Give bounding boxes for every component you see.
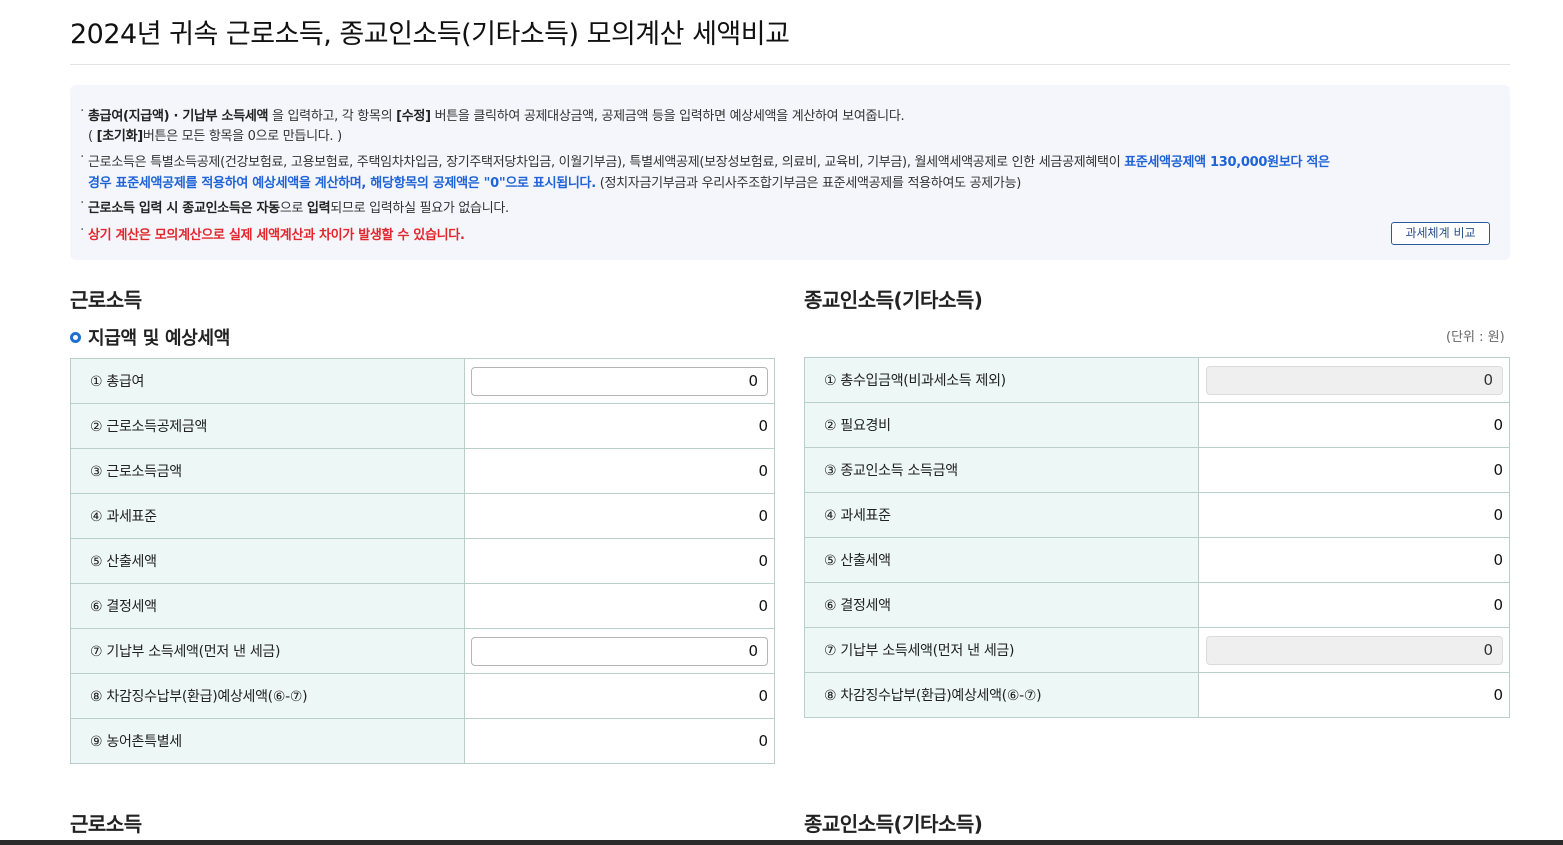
- table-row: ⑧ 차감징수납부(환급)예상세액(⑥-⑦) 0: [70, 674, 775, 719]
- row-value: 0: [1493, 551, 1503, 569]
- title-divider: [70, 64, 1510, 65]
- row-label: ⑦ 기납부 소득세액(먼저 낸 세금): [804, 628, 1199, 672]
- row-value: 0: [758, 552, 768, 570]
- table-row: ⑤ 산출세액 0: [804, 538, 1510, 583]
- table-row: ① 총급여: [70, 359, 775, 404]
- row-value: 0: [758, 507, 768, 525]
- row-label: ② 근로소득공제금액: [70, 404, 465, 448]
- row-label: ⑧ 차감징수납부(환급)예상세액(⑥-⑦): [70, 674, 465, 718]
- section-title-earned-income-bottom: 근로소득: [70, 812, 142, 836]
- row-value: 0: [758, 462, 768, 480]
- row-value: 0: [758, 597, 768, 615]
- table-row: ① 총수입금액(비과세소득 제외): [804, 358, 1510, 403]
- table-row: ⑦ 기납부 소득세액(먼저 낸 세금): [70, 629, 775, 674]
- row-label: ② 필요경비: [804, 403, 1199, 447]
- row-label: ⑥ 결정세액: [70, 584, 465, 628]
- row-value: 0: [1493, 461, 1503, 479]
- row-value: 0: [758, 687, 768, 705]
- prepaid-tax-input[interactable]: [471, 636, 768, 666]
- row-label: ⑥ 결정세액: [804, 583, 1199, 627]
- notice-line-1: 총급여(지급액) · 기납부 소득세액 을 입력하고, 각 항목의 [수정] 버…: [80, 103, 905, 124]
- circle-bullet-icon: [70, 332, 81, 343]
- table-row: ② 필요경비 0: [804, 403, 1510, 448]
- row-label: ⑧ 차감징수납부(환급)예상세액(⑥-⑦): [804, 673, 1199, 717]
- table-row: ⑤ 산출세액 0: [70, 539, 775, 584]
- notice-line-4: 경우 표준세액공제를 적용하여 예상세액을 계산하며, 해당항목의 공제액은 "…: [88, 176, 1022, 191]
- row-label: ③ 근로소득금액: [70, 449, 465, 493]
- notice-line-5: 근로소득 입력 시 종교인소득은 자동으로 입력되므로 입력하실 필요가 없습니…: [80, 195, 509, 216]
- row-value: 0: [1493, 416, 1503, 434]
- unit-label: (단위 : 원): [1446, 330, 1505, 345]
- row-value: 0: [1493, 506, 1503, 524]
- religious-income-table: ① 총수입금액(비과세소득 제외) ② 필요경비 0 ③ 종교인소득 소득금액 …: [804, 357, 1510, 718]
- row-label: ⑤ 산출세액: [70, 539, 465, 583]
- table-row: ③ 근로소득금액 0: [70, 449, 775, 494]
- notice-line-6-warning: 상기 계산은 모의계산으로 실제 세액계산과 차이가 발생할 수 있습니다.: [80, 222, 465, 243]
- table-row: ⑥ 결정세액 0: [804, 583, 1510, 628]
- table-row: ⑥ 결정세액 0: [70, 584, 775, 629]
- bottom-bar: [0, 840, 1563, 845]
- row-label: ④ 과세표준: [804, 493, 1199, 537]
- row-label: ① 총급여: [70, 359, 465, 403]
- row-label: ⑤ 산출세액: [804, 538, 1199, 582]
- row-label: ④ 과세표준: [70, 494, 465, 538]
- notice-line-3: 근로소득은 특별소득공제(건강보험료, 고용보험료, 주택임차차입금, 장기주택…: [80, 149, 1330, 170]
- section-title-religious-income-bottom: 종교인소득(기타소득): [804, 812, 983, 836]
- table-row: ⑧ 차감징수납부(환급)예상세액(⑥-⑦) 0: [804, 673, 1510, 718]
- table-row: ⑨ 농어촌특별세 0: [70, 719, 775, 764]
- table-row: ③ 종교인소득 소득금액 0: [804, 448, 1510, 493]
- earned-income-table: ① 총급여 ② 근로소득공제금액 0 ③ 근로소득금액 0 ④ 과세표준 0 ⑤…: [70, 358, 775, 764]
- total-salary-input[interactable]: [471, 366, 768, 396]
- notice-line-2: ( [초기화]버튼은 모든 항목을 0으로 만듭니다. ): [88, 129, 342, 144]
- section-title-religious-income: 종교인소득(기타소득): [804, 288, 983, 312]
- table-row: ⑦ 기납부 소득세액(먼저 낸 세금): [804, 628, 1510, 673]
- row-value: 0: [1493, 686, 1503, 704]
- table-row: ② 근로소득공제금액 0: [70, 404, 775, 449]
- row-label: ⑨ 농어촌특별세: [70, 719, 465, 763]
- table-row: ④ 과세표준 0: [804, 493, 1510, 538]
- total-income-input: [1206, 365, 1503, 395]
- prepaid-tax-input-religious: [1206, 635, 1503, 665]
- row-label: ③ 종교인소득 소득금액: [804, 448, 1199, 492]
- sub-title-payment-expected-tax: 지급액 및 예상세액: [70, 324, 230, 350]
- table-row: ④ 과세표준 0: [70, 494, 775, 539]
- row-value: 0: [758, 732, 768, 750]
- row-value: 0: [758, 417, 768, 435]
- page-title: 2024년 귀속 근로소득, 종교인소득(기타소득) 모의계산 세액비교: [70, 19, 790, 50]
- row-value: 0: [1493, 596, 1503, 614]
- section-title-earned-income: 근로소득: [70, 288, 142, 312]
- row-label: ① 총수입금액(비과세소득 제외): [804, 358, 1199, 402]
- row-label: ⑦ 기납부 소득세액(먼저 낸 세금): [70, 629, 465, 673]
- notice-box: 총급여(지급액) · 기납부 소득세액 을 입력하고, 각 항목의 [수정] 버…: [70, 85, 1510, 260]
- tax-system-compare-button[interactable]: 과세체계 비교: [1391, 222, 1490, 245]
